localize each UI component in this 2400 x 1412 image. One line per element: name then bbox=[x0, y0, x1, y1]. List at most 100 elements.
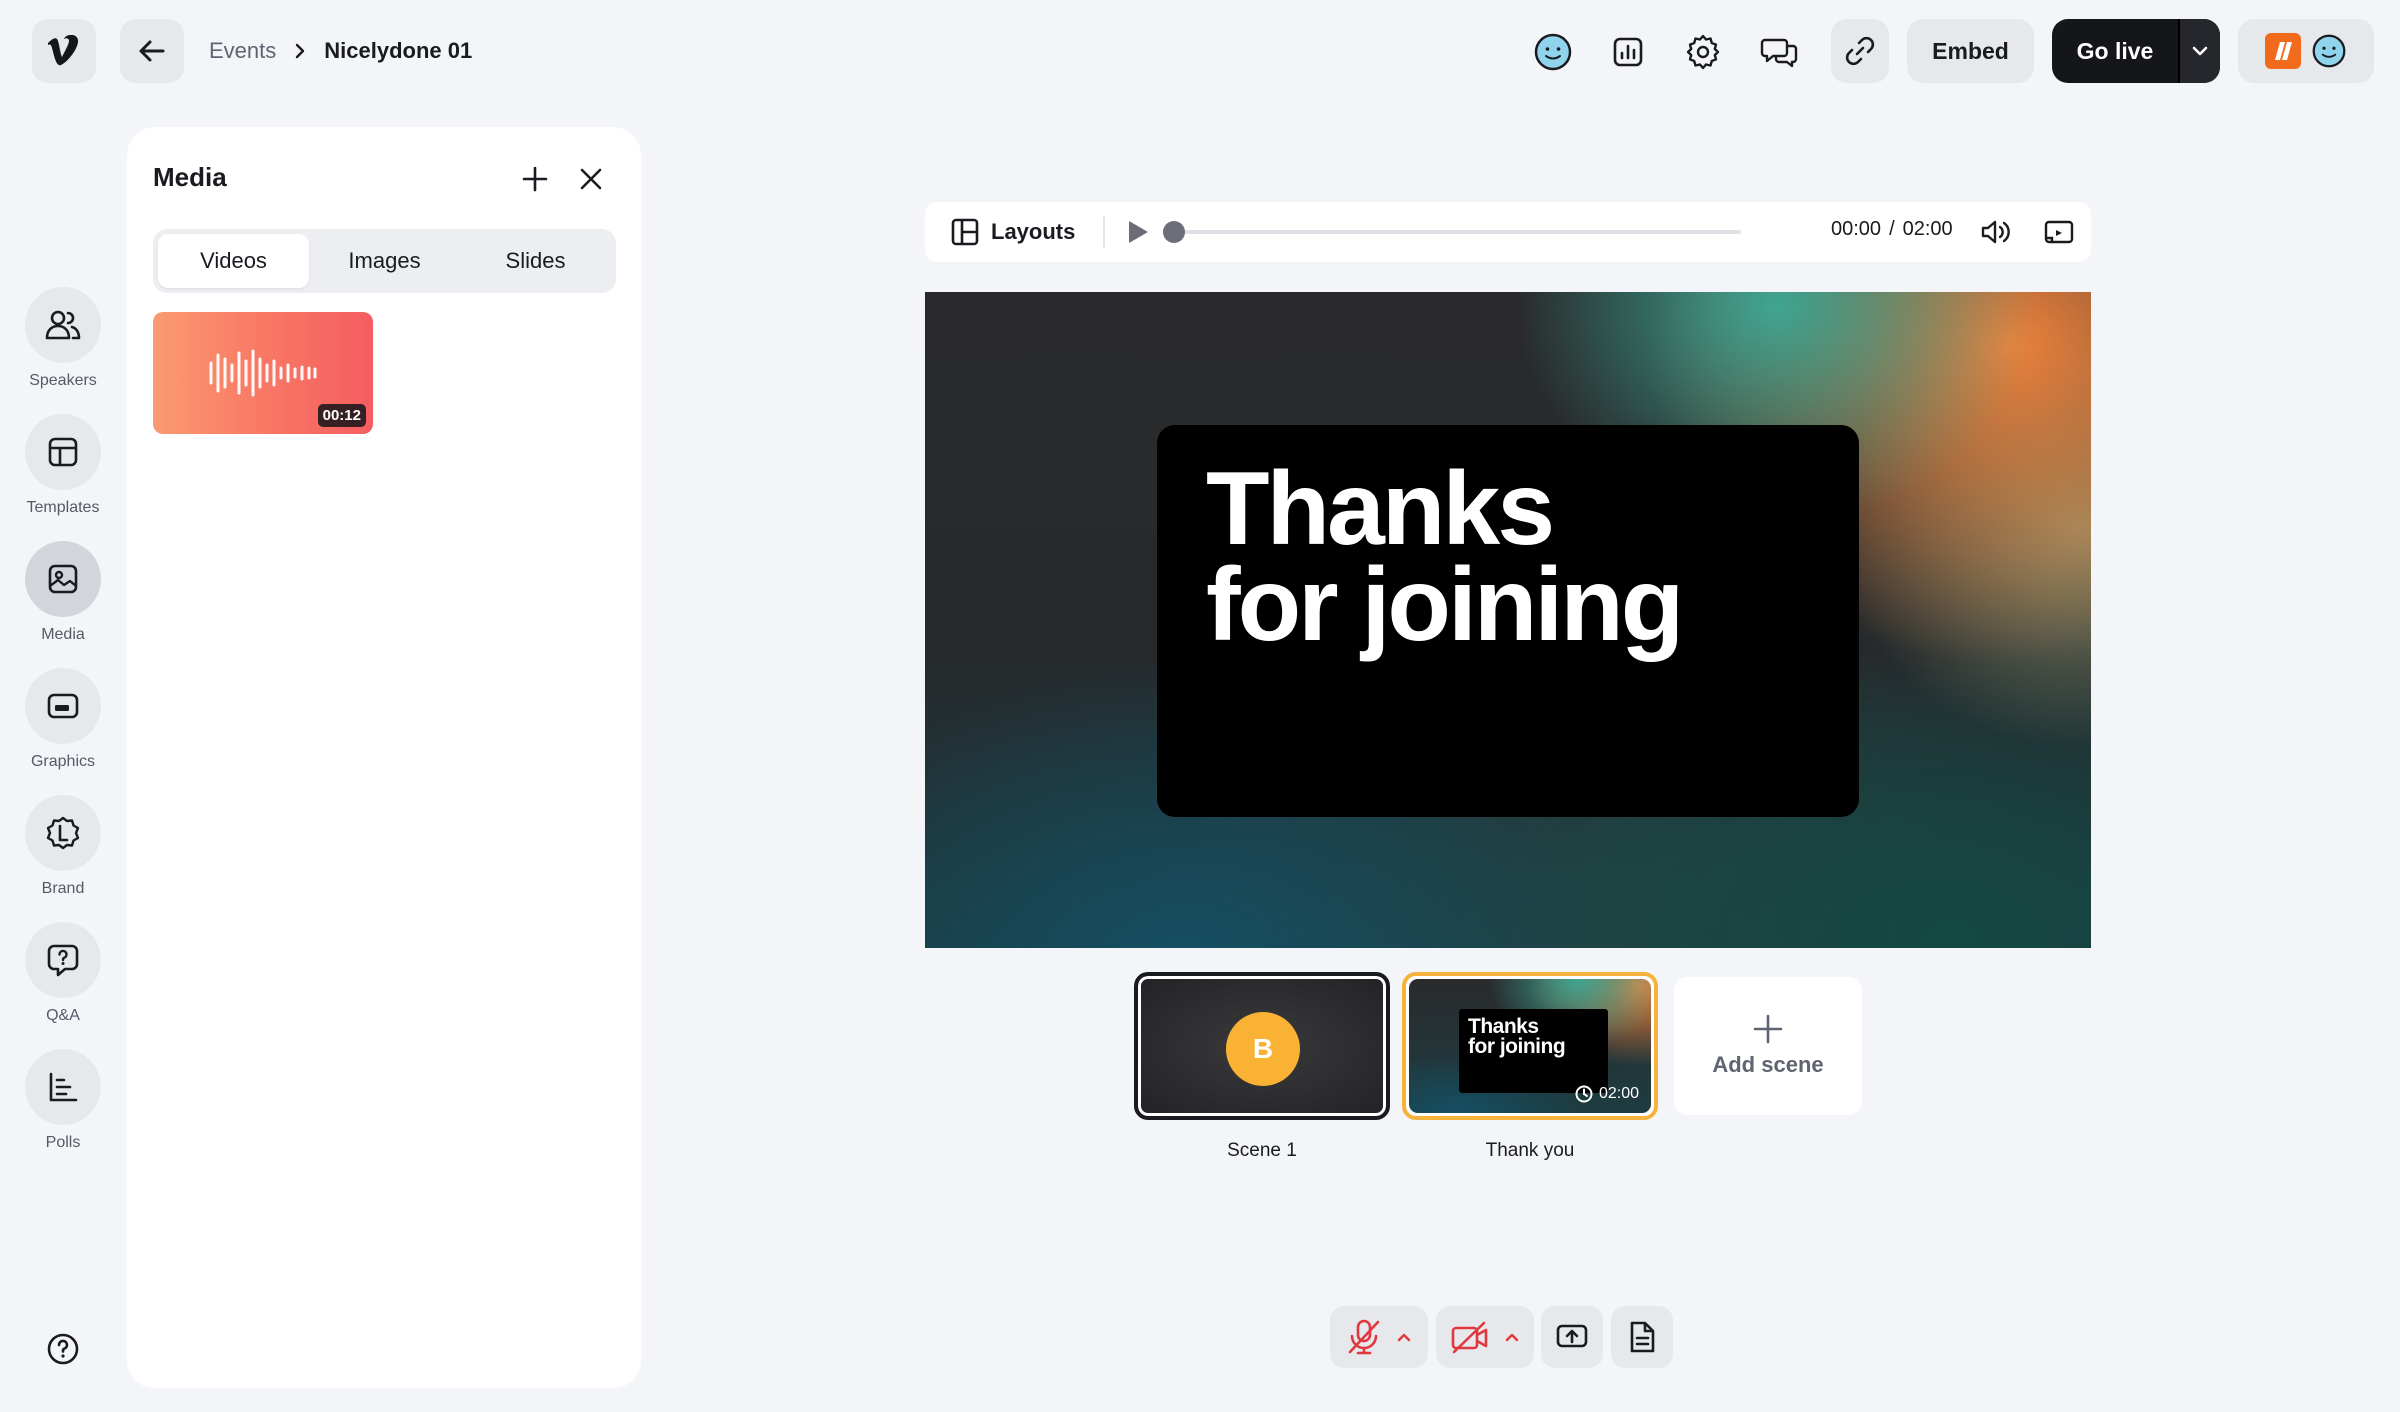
close-panel-button[interactable] bbox=[571, 159, 611, 199]
emoji-reactions-button[interactable] bbox=[1527, 26, 1579, 78]
tab-images[interactable]: Images bbox=[309, 234, 460, 288]
scene-2-line-2: for joining bbox=[1468, 1035, 1566, 1058]
qa-button[interactable] bbox=[25, 922, 101, 998]
go-live-options-button[interactable] bbox=[2178, 19, 2220, 83]
sidebar-item-brand[interactable]: Brand bbox=[18, 795, 108, 898]
scene-2-background: Thanks for joining 02:00 bbox=[1409, 979, 1651, 1113]
graphics-button[interactable] bbox=[25, 668, 101, 744]
help-button[interactable] bbox=[42, 1328, 84, 1370]
scene-2-label: Thank you bbox=[1485, 1140, 1575, 1161]
sidebar-item-polls[interactable]: Polls bbox=[18, 1049, 108, 1152]
media-panel-title: Media bbox=[153, 162, 227, 192]
scene-thank-you-thumbnail[interactable]: Thanks for joining 02:00 bbox=[1402, 972, 1658, 1120]
user-avatar-icon bbox=[2312, 34, 2346, 68]
breadcrumb-current: Nicelydone 01 bbox=[324, 38, 473, 63]
analytics-icon bbox=[1613, 37, 1643, 67]
chevron-up-icon[interactable] bbox=[1504, 1331, 1520, 1343]
divider bbox=[1103, 216, 1105, 248]
play-button[interactable] bbox=[1123, 217, 1153, 247]
share-screen-button[interactable] bbox=[1541, 1306, 1603, 1368]
video-thumbnail[interactable]: 00:12 bbox=[153, 312, 373, 434]
go-live-button[interactable]: Go live bbox=[2052, 19, 2178, 83]
close-icon bbox=[580, 168, 602, 190]
speakers-icon bbox=[45, 310, 81, 340]
templates-icon bbox=[48, 437, 78, 467]
stage-headline: Thanks for joining bbox=[1206, 451, 1684, 663]
sidebar-item-speakers[interactable]: Speakers bbox=[18, 287, 108, 390]
polls-button[interactable] bbox=[25, 1049, 101, 1125]
help-icon bbox=[47, 1333, 79, 1365]
stage-line-2: for joining bbox=[1206, 547, 1684, 663]
media-button[interactable] bbox=[25, 541, 101, 617]
analytics-button[interactable] bbox=[1602, 26, 1654, 78]
volume-icon bbox=[1981, 220, 2010, 244]
document-icon bbox=[1630, 1321, 1655, 1353]
tab-videos[interactable]: Videos bbox=[158, 234, 309, 288]
vimeo-logo-button[interactable] bbox=[32, 19, 96, 83]
emoji-icon bbox=[1534, 33, 1572, 71]
scene-duration-badge: 02:00 bbox=[1575, 1085, 1639, 1103]
add-media-button[interactable] bbox=[515, 159, 555, 199]
copy-link-button[interactable] bbox=[1831, 19, 1889, 83]
chevron-up-icon[interactable] bbox=[1396, 1331, 1412, 1343]
account-button[interactable] bbox=[2238, 19, 2374, 83]
total-time: 02:00 bbox=[1902, 218, 1953, 240]
notes-button[interactable] bbox=[1611, 1306, 1673, 1368]
breadcrumb: Events Nicelydone 01 bbox=[209, 35, 472, 67]
sidebar-item-qa[interactable]: Q&A bbox=[18, 922, 108, 1025]
add-scene-button[interactable]: Add scene bbox=[1674, 977, 1862, 1115]
layouts-button[interactable]: Layouts bbox=[951, 214, 1075, 250]
back-button[interactable] bbox=[120, 19, 184, 83]
link-icon bbox=[1845, 36, 1875, 66]
qa-icon bbox=[47, 944, 79, 977]
templates-button[interactable] bbox=[25, 414, 101, 490]
player-controls: Layouts 00:00 / 02:00 bbox=[925, 202, 2091, 262]
sidebar-item-templates[interactable]: Templates bbox=[18, 414, 108, 517]
camera-off-icon bbox=[1451, 1321, 1488, 1354]
brand-button[interactable] bbox=[25, 795, 101, 871]
chevron-right-icon bbox=[296, 43, 305, 59]
progress-track[interactable] bbox=[1171, 230, 1741, 234]
stage-line-1: Thanks bbox=[1206, 451, 1555, 567]
speakers-button[interactable] bbox=[25, 287, 101, 363]
chat-icon bbox=[1760, 38, 1798, 68]
scene-1-label: Scene 1 bbox=[1227, 1140, 1297, 1161]
timer-icon bbox=[1575, 1085, 1593, 1103]
microphone-muted-icon bbox=[1348, 1319, 1380, 1355]
sidebar-item-label: Q&A bbox=[46, 1007, 80, 1024]
workspace-logo bbox=[2265, 33, 2301, 69]
sidebar-item-label: Polls bbox=[45, 1134, 81, 1151]
picture-in-picture-button[interactable] bbox=[2042, 215, 2076, 249]
sidebar-item-label: Templates bbox=[26, 499, 100, 516]
volume-button[interactable] bbox=[1979, 215, 2013, 249]
tab-slides[interactable]: Slides bbox=[460, 234, 611, 288]
progress-handle[interactable] bbox=[1163, 221, 1185, 243]
scene-1-background: B bbox=[1141, 979, 1383, 1113]
sidebar-item-label: Brand bbox=[41, 880, 85, 897]
scene-duration: 02:00 bbox=[1598, 1085, 1639, 1102]
time-readout: 00:00 / 02:00 bbox=[1831, 218, 1953, 241]
scene-2-headline: Thanks for joining bbox=[1468, 1016, 1566, 1058]
scene-2-graphic: Thanks for joining bbox=[1459, 1009, 1608, 1093]
thanks-graphic: Thanks for joining bbox=[1157, 425, 1859, 817]
settings-button[interactable] bbox=[1677, 26, 1729, 78]
layout-icon bbox=[951, 218, 979, 246]
add-scene-label: Add scene bbox=[1712, 1052, 1824, 1077]
media-panel: Media Videos Images Slides 00:12 bbox=[127, 127, 641, 1388]
avatar: B bbox=[1226, 1012, 1300, 1086]
sidebar-item-media[interactable]: Media bbox=[18, 541, 108, 644]
microphone-control[interactable] bbox=[1330, 1306, 1428, 1368]
chevron-down-icon bbox=[2192, 46, 2208, 56]
sidebar-item-label: Speakers bbox=[29, 372, 97, 389]
camera-control[interactable] bbox=[1436, 1306, 1534, 1368]
breadcrumb-events-link[interactable]: Events bbox=[209, 38, 276, 64]
sidebar-item-label: Media bbox=[41, 626, 85, 643]
sidebar-item-graphics[interactable]: Graphics bbox=[18, 668, 108, 771]
embed-button[interactable]: Embed bbox=[1907, 19, 2034, 83]
scene-1-thumbnail[interactable]: B bbox=[1134, 972, 1390, 1120]
audio-waveform-icon bbox=[209, 349, 317, 397]
polls-icon bbox=[49, 1072, 78, 1102]
chat-button[interactable] bbox=[1753, 26, 1805, 78]
layouts-label: Layouts bbox=[991, 219, 1076, 244]
share-screen-icon bbox=[1556, 1324, 1588, 1348]
